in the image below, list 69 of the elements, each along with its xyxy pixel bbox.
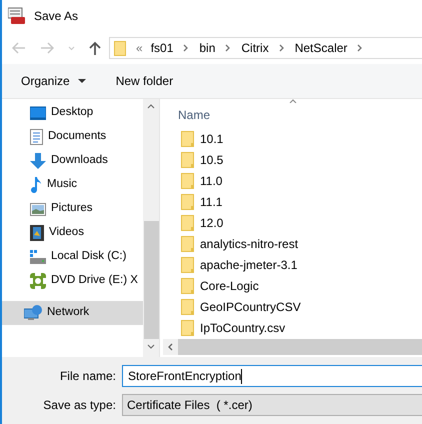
folder-icon bbox=[181, 172, 194, 188]
new-folder-button[interactable]: New folder bbox=[116, 72, 174, 90]
dropdown-caret-icon[interactable] bbox=[68, 46, 75, 50]
address-bar[interactable]: « fs01 bin Citrix NetScaler bbox=[109, 37, 422, 59]
folder-icon bbox=[181, 130, 194, 146]
folder-icon bbox=[181, 214, 194, 230]
save-as-type-dropdown[interactable]: Certificate Files ( *.cer) bbox=[122, 394, 422, 416]
down-arrow-icon bbox=[30, 153, 46, 169]
vertical-scrollbar[interactable] bbox=[143, 99, 159, 357]
breadcrumb-segment[interactable]: fs01 bbox=[150, 39, 174, 57]
sort-caret-icon bbox=[288, 99, 296, 103]
nav-item[interactable]: Desktop bbox=[2, 101, 143, 125]
file-name[interactable]: IpToCountry.csv bbox=[200, 318, 286, 336]
file-name[interactable]: 12.0 bbox=[200, 214, 224, 232]
folder-icon bbox=[181, 320, 194, 336]
folder-icon bbox=[114, 40, 126, 56]
scroll-up-icon[interactable] bbox=[147, 104, 155, 109]
forward-arrow-icon[interactable] bbox=[40, 42, 54, 54]
caret-icon bbox=[78, 79, 86, 83]
nav-item[interactable]: Local Disk (C:) bbox=[2, 245, 143, 269]
chevron-right-icon bbox=[225, 44, 232, 52]
nav-item[interactable]: Network bbox=[2, 301, 143, 325]
nav-item[interactable]: Music bbox=[2, 173, 143, 197]
music-note-icon bbox=[30, 177, 42, 193]
file-name[interactable]: analytics-nitro-rest bbox=[200, 234, 298, 252]
scroll-down-icon[interactable] bbox=[147, 344, 155, 349]
picture-icon bbox=[30, 202, 46, 216]
folder-icon bbox=[181, 194, 194, 210]
folder-icon bbox=[181, 256, 194, 272]
disc-drive-icon bbox=[30, 273, 46, 289]
monitor-icon bbox=[30, 106, 46, 120]
window-title: Save As bbox=[34, 8, 78, 25]
folder-icon bbox=[181, 298, 194, 314]
nav-item[interactable]: Downloads bbox=[2, 149, 143, 173]
scrollbar-thumb[interactable] bbox=[144, 221, 158, 339]
folder-icon bbox=[181, 278, 194, 294]
folder-icon bbox=[181, 236, 194, 252]
breadcrumb-segment[interactable]: Citrix bbox=[241, 39, 269, 57]
film-icon bbox=[30, 225, 44, 241]
folder-icon bbox=[181, 152, 194, 168]
file-name[interactable]: 11.1 bbox=[200, 192, 222, 210]
overflow-chevrons[interactable]: « bbox=[136, 39, 143, 57]
file-name[interactable]: GeoIPCountryCSV bbox=[200, 298, 301, 316]
file-name[interactable]: 11.0 bbox=[200, 172, 222, 190]
document-icon bbox=[30, 129, 43, 145]
file-name[interactable]: 10.5 bbox=[200, 150, 224, 168]
back-arrow-icon[interactable] bbox=[12, 42, 26, 54]
chevron-right-icon bbox=[183, 44, 190, 52]
file-name[interactable]: 10.1 bbox=[200, 130, 224, 148]
organize-button[interactable]: Organize bbox=[21, 72, 86, 90]
nav-item[interactable]: DVD Drive (E:) X bbox=[2, 269, 143, 293]
network-icon bbox=[24, 305, 42, 321]
nav-item[interactable]: Pictures bbox=[2, 197, 143, 221]
nav-item[interactable]: Videos bbox=[2, 221, 143, 245]
file-name-label: File name: bbox=[58, 368, 117, 385]
column-header[interactable]: Name bbox=[163, 105, 422, 125]
drive-icon bbox=[30, 250, 46, 264]
up-arrow-icon[interactable] bbox=[89, 41, 101, 55]
chevron-right-icon bbox=[278, 44, 285, 52]
scroll-left-icon[interactable] bbox=[168, 343, 173, 351]
breadcrumb-segment[interactable]: bin bbox=[199, 39, 216, 57]
chevron-right-icon bbox=[357, 44, 364, 52]
file-name[interactable]: apache-jmeter-3.1 bbox=[200, 256, 298, 274]
save-as-type-label: Save as type: bbox=[42, 397, 117, 414]
window-icon bbox=[8, 7, 26, 25]
file-name[interactable]: Core-Logic bbox=[200, 276, 259, 294]
breadcrumb-segment[interactable]: NetScaler bbox=[294, 39, 348, 57]
nav-item[interactable]: Documents bbox=[2, 125, 143, 149]
file-name-field[interactable]: StoreFrontEncryption bbox=[122, 365, 422, 387]
